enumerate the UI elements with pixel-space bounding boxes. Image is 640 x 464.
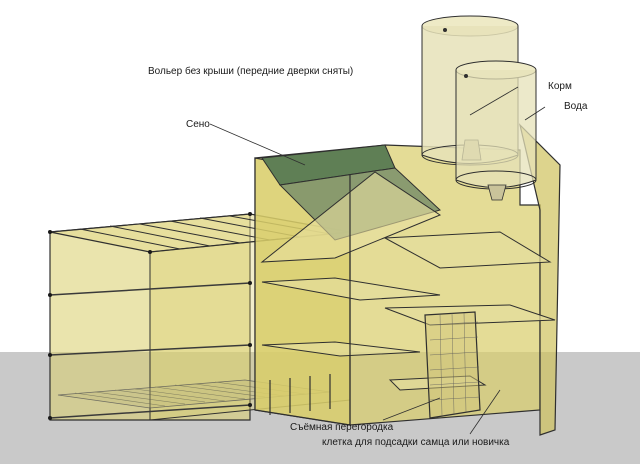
label-partition: Съёмная перегородка: [290, 422, 394, 433]
label-water: Вода: [564, 101, 588, 112]
label-cage: клетка для подсадки самца или новичка: [322, 437, 510, 448]
isolation-cage: [424, 311, 481, 419]
diagram-title: Вольер без крыши (передние дверки сняты): [148, 66, 354, 77]
label-feed: Корм: [548, 81, 572, 92]
water-tank: [455, 60, 537, 201]
label-hay: Сено: [186, 119, 210, 130]
